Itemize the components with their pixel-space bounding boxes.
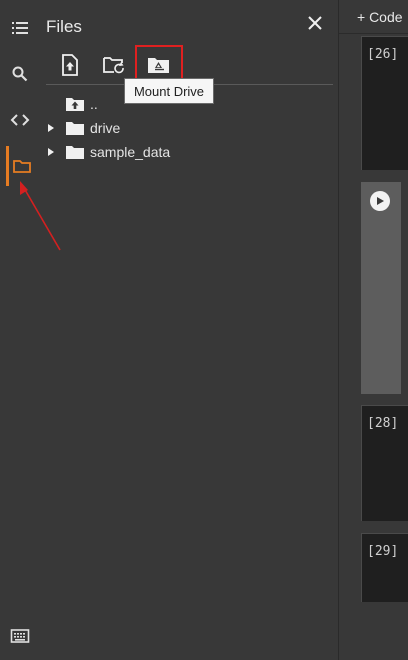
cell-execution-count: [28]	[367, 416, 399, 431]
code-cell[interactable]: [28]	[361, 405, 408, 521]
cell-execution-count: [26]	[367, 47, 399, 62]
tree-item-label: sample_data	[90, 144, 171, 160]
code-cell[interactable]: [26]	[361, 36, 408, 170]
terminal-icon	[10, 629, 30, 643]
mount-drive-tooltip: Mount Drive	[124, 78, 214, 104]
add-code-button[interactable]: + Code	[357, 9, 403, 25]
run-cell-button[interactable]	[370, 191, 390, 211]
code-cell[interactable]: [29]	[361, 533, 408, 602]
close-icon	[308, 16, 322, 30]
refresh-button[interactable]	[101, 52, 127, 78]
refresh-folder-icon	[103, 57, 124, 74]
notebook-toolbar: + Code	[339, 0, 408, 34]
colab-window: Files .. drive sample_data Mount Drive +…	[0, 0, 408, 660]
close-panel-button[interactable]	[304, 12, 326, 34]
terminal-button[interactable]	[8, 624, 32, 648]
code-cell-active[interactable]	[361, 182, 401, 394]
annotation-arrow-icon	[20, 181, 61, 251]
play-icon	[377, 197, 384, 205]
mount-drive-highlight	[135, 45, 183, 82]
cell-execution-count: [29]	[367, 544, 399, 559]
notebook-area: + Code [26] [28] [29]	[339, 0, 408, 660]
